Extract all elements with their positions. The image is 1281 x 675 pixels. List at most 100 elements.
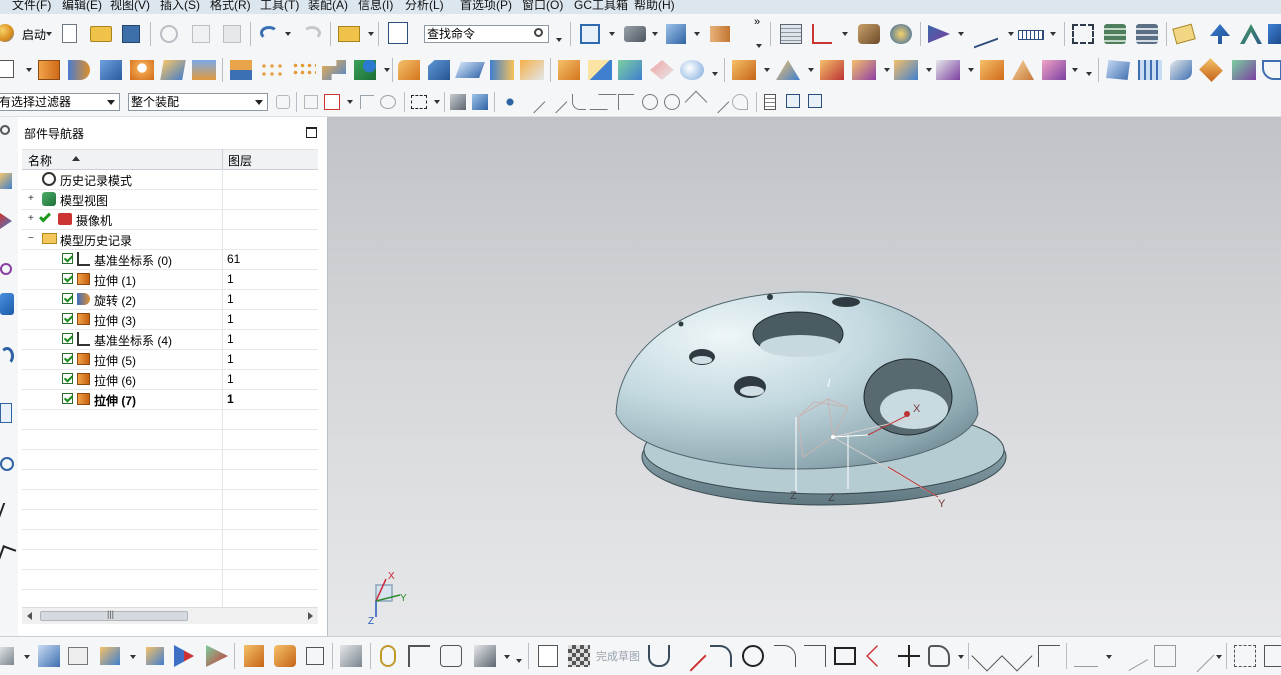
cut-icon[interactable] [160, 25, 178, 43]
csys-origin-point[interactable] [831, 435, 835, 439]
routing-icon[interactable] [408, 645, 430, 667]
draft-icon[interactable] [490, 60, 514, 80]
snap-arc-center-icon[interactable] [618, 94, 634, 110]
hole-icon[interactable] [130, 60, 154, 80]
reuse-library-tab-icon[interactable] [0, 293, 14, 315]
assembly-list-icon[interactable] [1136, 24, 1158, 44]
offset-curve-icon[interactable] [928, 645, 950, 667]
pattern-icon[interactable] [230, 60, 252, 80]
process-studio-tab-icon[interactable] [0, 503, 14, 521]
pad-icon[interactable] [192, 60, 216, 80]
circle-icon[interactable] [742, 645, 764, 667]
type-filter-select[interactable]: 有选择过滤器 [0, 93, 120, 111]
block-icon[interactable] [100, 60, 122, 80]
tree-row-model-history[interactable]: − 模型历史记录 [22, 229, 318, 250]
origin-handle[interactable] [904, 411, 910, 417]
menu-tools[interactable]: 工具(T) [260, 0, 299, 13]
replace-face-icon[interactable] [852, 60, 876, 80]
snap-existing-point-icon[interactable] [502, 94, 518, 110]
point-icon[interactable] [898, 645, 920, 667]
shell-icon[interactable] [455, 62, 485, 78]
assembly-constraints-icon[interactable] [206, 645, 228, 667]
section-view-icon[interactable] [710, 26, 730, 42]
view-orient-icon[interactable] [666, 24, 686, 44]
snap-control-point-icon[interactable] [572, 94, 586, 110]
deformable-part-icon[interactable] [474, 645, 496, 667]
rectangle-select-icon[interactable] [411, 95, 427, 109]
menu-assembly[interactable]: 装配(A) [308, 0, 348, 13]
open-folder-icon[interactable] [90, 26, 112, 42]
sort-ascending-icon[interactable] [72, 156, 80, 161]
swept-icon[interactable] [1170, 60, 1192, 80]
menu-view[interactable]: 视图(V) [110, 0, 150, 13]
snap-intersection-icon[interactable] [589, 94, 617, 110]
search-input[interactable]: 查找命令 [424, 25, 549, 43]
patch-icon[interactable] [650, 60, 674, 80]
snap-endpoint-icon[interactable] [522, 90, 546, 114]
explode-icon[interactable] [1268, 24, 1281, 44]
arc-icon[interactable] [710, 645, 732, 667]
surface-through-curves-icon[interactable] [1106, 60, 1130, 80]
cursor-point-icon[interactable] [360, 95, 374, 109]
menu-analysis[interactable]: 分析(L) [405, 0, 444, 13]
sew-icon[interactable] [618, 60, 642, 80]
add-component-icon[interactable] [38, 645, 60, 667]
pull-face-icon[interactable] [776, 60, 800, 80]
finish-sketch-label[interactable]: 完成草图 [596, 648, 640, 664]
split-body-icon[interactable] [588, 60, 612, 80]
note-icon[interactable] [1172, 23, 1196, 45]
wcs-orient-icon[interactable] [808, 94, 822, 108]
exploded-view-icon[interactable] [340, 645, 362, 667]
collapse-icon[interactable]: − [28, 234, 35, 244]
new-file-icon[interactable] [62, 24, 77, 43]
angular-dimension-icon[interactable] [1012, 60, 1034, 80]
select-feature-icon[interactable] [304, 95, 318, 109]
new-component-icon[interactable] [68, 647, 88, 665]
profile-icon[interactable] [648, 645, 670, 667]
start-icon[interactable] [0, 24, 14, 42]
shaded-view-icon[interactable] [624, 26, 646, 42]
clearance-analysis-icon[interactable] [380, 645, 396, 667]
maximize-icon[interactable] [306, 127, 317, 138]
convert-reference-icon[interactable] [1234, 645, 1256, 667]
scroll-left-icon[interactable] [27, 612, 32, 620]
fit-view-icon[interactable] [580, 24, 600, 44]
radial-dimension-icon[interactable] [1042, 60, 1066, 80]
constraint-navigator-tab-icon[interactable] [0, 213, 12, 229]
wave-linker-icon[interactable] [274, 645, 296, 667]
toolbar-overflow-icon[interactable]: » [754, 16, 760, 28]
auto-constrain-icon[interactable] [1117, 640, 1149, 672]
quick-pick-icon[interactable] [380, 95, 396, 109]
select-body-icon[interactable] [450, 94, 466, 110]
delete-face-icon[interactable] [820, 60, 844, 80]
assembly-sequence-icon[interactable] [306, 647, 324, 665]
menu-info[interactable]: 信息(I) [358, 0, 393, 13]
navigator-horizontal-scrollbar[interactable]: ||| [22, 607, 318, 624]
revolve-icon[interactable] [68, 60, 90, 80]
visibility-checkbox[interactable] [62, 313, 73, 324]
sync-move-face-icon[interactable] [732, 60, 756, 80]
ruler-icon[interactable] [1018, 30, 1044, 40]
system-materials-tab-icon[interactable] [0, 457, 14, 471]
menu-gc-toolbox[interactable]: GC工具箱 [574, 0, 628, 13]
chamfer-icon[interactable] [428, 60, 450, 80]
subtract-icon[interactable] [354, 60, 376, 80]
fillet-icon[interactable] [774, 645, 796, 667]
open-recent-icon[interactable] [338, 26, 360, 42]
constraints-sketch-icon[interactable] [1074, 645, 1098, 667]
rectangle-icon[interactable] [834, 647, 856, 665]
snap-circle-center-icon[interactable] [642, 94, 658, 110]
menu-insert[interactable]: 插入(S) [160, 0, 200, 13]
filter-reset-icon[interactable] [276, 95, 290, 109]
extrude-icon[interactable] [38, 60, 60, 80]
snap-point-on-surface-icon[interactable] [706, 90, 730, 114]
menu-format[interactable]: 格式(R) [210, 0, 251, 13]
chamfer-sketch-icon[interactable] [804, 645, 826, 667]
tree-row-datum-csys-0[interactable]: 基准坐标系 (0) 61 [22, 249, 318, 270]
tree-row-model-views[interactable]: + 模型视图 [22, 189, 318, 210]
layer-visible-icon[interactable] [764, 94, 776, 110]
menu-window[interactable]: 窗口(O) [522, 0, 563, 13]
studio-surface-icon[interactable] [1199, 58, 1223, 82]
column-name[interactable]: 名称 [28, 152, 52, 169]
relations-browser-icon[interactable] [1181, 639, 1215, 673]
